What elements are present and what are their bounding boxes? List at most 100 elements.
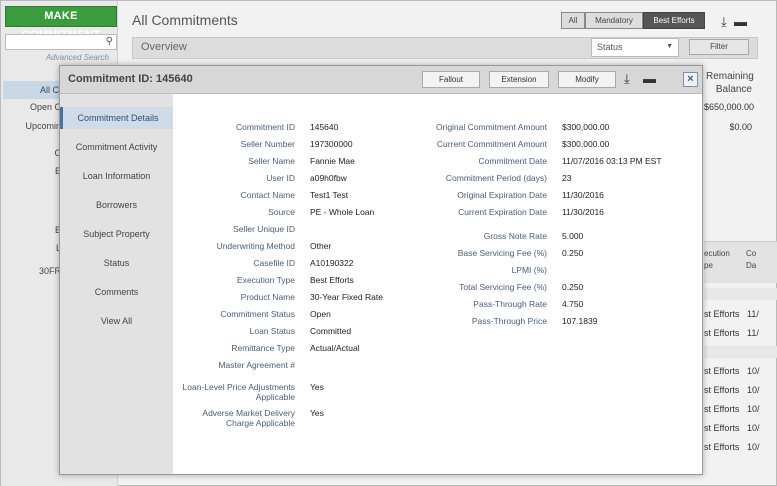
field-value: Committed: [310, 326, 352, 336]
field-label: Original Expiration Date: [457, 190, 547, 200]
field-label: Seller Name: [248, 156, 295, 166]
field-label-line2: Applicable: [255, 392, 295, 402]
table-row-exec: st Efforts: [704, 309, 740, 319]
field-value: 11/07/2016 03:13 PM EST: [562, 156, 662, 166]
search-icon[interactable]: ⚲: [106, 36, 113, 47]
field-value: 30-Year Fixed Rate: [310, 292, 383, 302]
field-label: Pass-Through Price: [471, 316, 547, 326]
field-value: $300,000.00: [562, 139, 610, 149]
field-value: a09h0fbw: [310, 173, 347, 183]
fallout-button[interactable]: Fallout: [422, 71, 480, 88]
field-value: Other: [310, 241, 332, 251]
close-button[interactable]: ×: [683, 72, 698, 87]
field-label: Commitment Period (days): [445, 173, 547, 183]
toolbar-icons: ⤓ ▬: [721, 14, 747, 30]
field-label: User ID: [266, 173, 295, 183]
download-icon[interactable]: ⤓: [721, 14, 727, 29]
field-label: Source: [268, 207, 295, 217]
chevron-down-icon: ▼: [666, 43, 673, 50]
table-row-date: 10/: [747, 404, 760, 414]
modal-header: Commitment ID: 145640 Fallout Extension …: [60, 66, 702, 94]
field-value: Test1 Test: [310, 190, 349, 200]
remaining-value: $650,000.00: [704, 102, 755, 112]
print-icon[interactable]: ▬: [734, 14, 747, 29]
make-commitment-button[interactable]: MAKE COMMITMENT: [5, 6, 117, 41]
field-label: Gross Note Rate: [483, 231, 547, 241]
table-row-date: 10/: [747, 385, 760, 395]
field-value: 5.000: [562, 231, 584, 241]
field-label: Seller Unique ID: [233, 224, 295, 234]
field-label: Casefile ID: [253, 258, 295, 268]
sidebar-item-upcoming[interactable]: Upcomin: [1, 121, 61, 131]
segment-best-efforts[interactable]: Best Efforts: [643, 12, 705, 29]
field-label: Execution Type: [237, 275, 295, 285]
search-input[interactable]: ⚲: [5, 34, 117, 50]
table-row-date: 11/: [747, 309, 759, 319]
table-row-exec: st Efforts: [704, 442, 740, 452]
modify-button[interactable]: Modify: [558, 71, 616, 88]
sidebar-item-b[interactable]: B: [1, 225, 61, 235]
field-label: Remittance Type: [231, 343, 295, 353]
sidebar-item-30fr[interactable]: 30FR: [1, 266, 61, 276]
download-icon[interactable]: ⤓: [624, 71, 630, 87]
field-label: Commitment Date: [478, 156, 548, 166]
field-label: Adverse Market Delivery: [202, 408, 295, 418]
remaining-header-1: Remaining: [706, 71, 754, 82]
field-value: 4.750: [562, 299, 584, 309]
table-row-date: 11/: [747, 328, 759, 338]
advanced-search-link[interactable]: Advanced Search: [5, 53, 109, 62]
field-value: 0.250: [562, 282, 584, 292]
field-value: 107.1839: [562, 316, 598, 326]
field-label: Product Name: [240, 292, 295, 302]
status-select[interactable]: Status ▼: [591, 38, 679, 57]
field-value: Open: [310, 309, 331, 319]
field-value: 0.250: [562, 248, 584, 258]
field-value: 11/30/2016: [562, 190, 604, 200]
table-header: ecution pe Co Da: [704, 241, 777, 283]
field-label: Current Commitment Amount: [436, 139, 547, 149]
field-label: Underwriting Method: [216, 241, 295, 251]
field-value: 23: [562, 173, 572, 183]
field-label: Base Servicing Fee (%): [457, 248, 547, 258]
field-value: Actual/Actual: [310, 343, 360, 353]
table-row-exec: st Efforts: [704, 385, 740, 395]
group-row: [704, 346, 777, 358]
field-value: Yes: [310, 408, 324, 418]
sidebar-item-all-commitments[interactable]: All C: [3, 81, 61, 99]
sidebar-item-open[interactable]: Open C: [1, 102, 61, 112]
field-value: 197300000: [310, 139, 353, 149]
table-row-exec: st Efforts: [704, 366, 740, 376]
field-label: Seller Number: [240, 139, 295, 149]
table-row-date: 10/: [747, 366, 760, 376]
field-value: A10190322: [310, 258, 354, 268]
status-select-label: Status: [597, 42, 623, 52]
date-header: Co Da: [746, 249, 757, 270]
page-title: All Commitments: [132, 12, 238, 28]
segment-mandatory[interactable]: Mandatory: [585, 12, 643, 29]
field-label: Total Servicing Fee (%): [459, 282, 547, 292]
filter-button[interactable]: Filter: [689, 39, 749, 55]
field-label: LPMI (%): [511, 265, 547, 275]
field-value: Yes: [310, 382, 324, 392]
field-label: Original Commitment Amount: [435, 122, 547, 132]
sidebar-item-e[interactable]: E: [1, 166, 61, 176]
segment-all[interactable]: All: [561, 12, 585, 29]
extension-button[interactable]: Extension: [489, 71, 549, 88]
field-label-line2: Charge Applicable: [226, 418, 295, 428]
table-row-exec: st Efforts: [704, 404, 740, 414]
sidebar-item-l[interactable]: L: [1, 243, 61, 253]
field-value: PE - Whole Loan: [310, 207, 375, 217]
sidebar-item-c[interactable]: C: [1, 148, 62, 158]
field-label: Pass-Through Rate: [473, 299, 547, 309]
field-label: Current Expiration Date: [458, 207, 547, 217]
modal-title: Commitment ID: 145640: [68, 73, 193, 85]
table-row-date: 10/: [747, 423, 760, 433]
field-value: $300,000.00: [562, 122, 610, 132]
execution-type-header: ecution pe: [704, 249, 730, 270]
print-icon[interactable]: ▬: [643, 71, 656, 86]
field-value: Fannie Mae: [310, 156, 355, 166]
field-label: Master Agreement #: [218, 360, 295, 370]
table-row-date: 10/: [747, 442, 760, 452]
field-label: Commitment Status: [220, 309, 295, 319]
group-row: [704, 288, 777, 300]
